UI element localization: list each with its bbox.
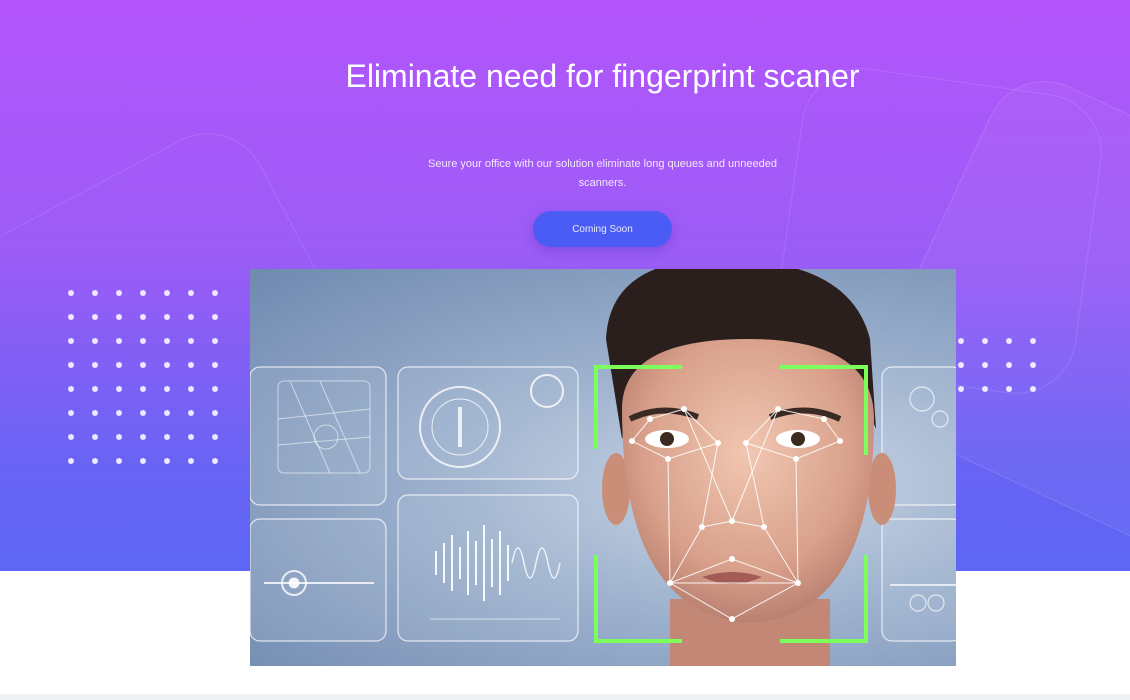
decorative-dot: [212, 314, 218, 320]
decorative-dot: [164, 362, 170, 368]
decorative-dot: [140, 434, 146, 440]
decorative-dot: [958, 362, 964, 368]
decorative-dot: [92, 362, 98, 368]
dot-pattern-left: [68, 290, 218, 464]
decorative-dot: [116, 410, 122, 416]
decorative-dot: [140, 386, 146, 392]
face-recognition-image: [250, 269, 956, 666]
hero-subtitle: Seure your office with our solution elim…: [428, 158, 777, 189]
decorative-dot: [212, 410, 218, 416]
decorative-dot: [212, 290, 218, 296]
decorative-dot: [92, 458, 98, 464]
decorative-dot: [958, 386, 964, 392]
decorative-dot: [116, 314, 122, 320]
decorative-dot: [188, 338, 194, 344]
decorative-dot: [982, 338, 988, 344]
decorative-dot: [1030, 362, 1036, 368]
decorative-dot: [140, 314, 146, 320]
decorative-dot: [68, 434, 74, 440]
decorative-dot: [212, 362, 218, 368]
decorative-dot: [140, 458, 146, 464]
decorative-dot: [140, 338, 146, 344]
decorative-dot: [188, 410, 194, 416]
decorative-dot: [116, 362, 122, 368]
decorative-dot: [92, 386, 98, 392]
decorative-dot: [140, 362, 146, 368]
decorative-dot: [68, 386, 74, 392]
decorative-dot: [116, 338, 122, 344]
decorative-dot: [116, 458, 122, 464]
decorative-dot: [116, 290, 122, 296]
decorative-dot: [68, 458, 74, 464]
decorative-dot: [92, 338, 98, 344]
decorative-dot: [188, 362, 194, 368]
next-section-edge: [0, 694, 1130, 700]
decorative-dot: [92, 434, 98, 440]
hero-title: Eliminate need for fingerprint scaner: [345, 58, 860, 94]
decorative-dot: [68, 314, 74, 320]
face-scan-illustration: [250, 269, 956, 666]
decorative-dot: [68, 338, 74, 344]
decorative-dot: [1030, 386, 1036, 392]
dot-pattern-right: [958, 338, 1036, 392]
decorative-dot: [164, 434, 170, 440]
decorative-dot: [212, 458, 218, 464]
decorative-dot: [68, 290, 74, 296]
decorative-dot: [188, 314, 194, 320]
coming-soon-button[interactable]: Coming Soon: [533, 211, 672, 247]
decorative-dot: [188, 386, 194, 392]
decorative-dot: [140, 290, 146, 296]
decorative-dot: [116, 434, 122, 440]
decorative-dot: [164, 410, 170, 416]
decorative-dot: [92, 290, 98, 296]
decorative-dot: [212, 338, 218, 344]
decorative-dot: [212, 386, 218, 392]
decorative-dot: [116, 386, 122, 392]
decorative-dot: [164, 290, 170, 296]
decorative-dot: [188, 290, 194, 296]
decorative-dot: [982, 362, 988, 368]
decorative-dot: [1006, 386, 1012, 392]
decorative-dot: [1030, 338, 1036, 344]
decorative-dot: [188, 434, 194, 440]
decorative-dot: [188, 458, 194, 464]
decorative-dot: [164, 338, 170, 344]
decorative-dot: [164, 314, 170, 320]
decorative-dot: [164, 386, 170, 392]
decorative-dot: [1006, 338, 1012, 344]
decorative-dot: [1006, 362, 1012, 368]
decorative-dot: [92, 410, 98, 416]
decorative-dot: [958, 338, 964, 344]
decorative-dot: [68, 362, 74, 368]
decorative-dot: [140, 410, 146, 416]
decorative-dot: [68, 410, 74, 416]
decorative-dot: [92, 314, 98, 320]
decorative-dot: [982, 386, 988, 392]
decorative-dot: [164, 458, 170, 464]
decorative-dot: [212, 434, 218, 440]
